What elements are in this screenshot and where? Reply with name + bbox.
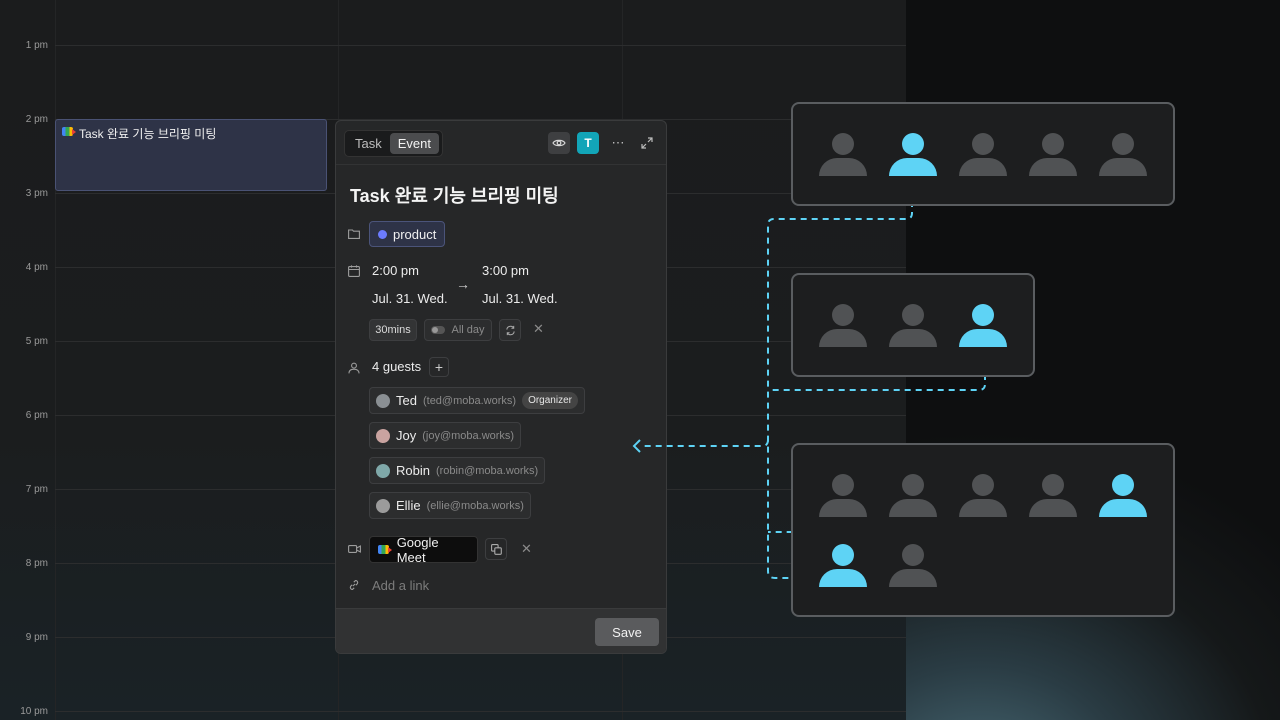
person-icon [819,133,867,177]
connector-line [640,439,769,447]
person-icon-selected [1099,474,1147,518]
person-icon [1029,474,1077,518]
person-icon [889,304,937,348]
person-icon-selected [889,133,937,177]
team-group [791,273,1035,377]
person-icon [959,133,1007,177]
arrow-left-icon [632,439,641,453]
person-icon [819,474,867,518]
team-group [791,102,1175,206]
person-icon [1029,133,1077,177]
team-group [791,443,1175,617]
person-icon [819,304,867,348]
person-icon [889,474,937,518]
person-icon [959,474,1007,518]
person-icon [889,544,937,588]
person-icon-selected [819,544,867,588]
person-icon [1099,133,1147,177]
person-icon-selected [959,304,1007,348]
